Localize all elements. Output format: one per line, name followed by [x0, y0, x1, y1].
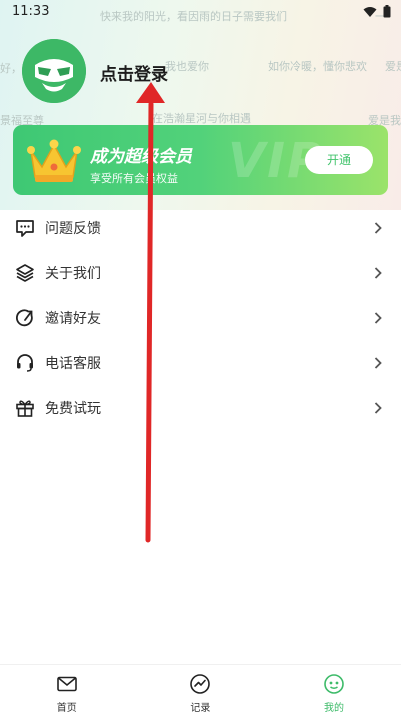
menu-item-label: 问题反馈 — [45, 220, 101, 237]
barrage-text: 爱是无 — [385, 60, 401, 73]
battery-icon — [383, 5, 391, 18]
menu-item-label: 邀请好友 — [45, 310, 101, 327]
menu-item-free-trial[interactable]: 免费试玩 — [0, 385, 401, 430]
bottom-nav: 首页 记录 我的 — [0, 664, 401, 714]
menu-item-feedback[interactable]: 问题反馈 — [0, 205, 401, 250]
status-icons — [363, 5, 391, 18]
mail-icon — [56, 676, 77, 692]
vip-banner[interactable]: VIP 成为超级会员 享受所有会员权益 开通 — [13, 125, 388, 195]
vip-title: 成为超级会员 — [90, 147, 192, 167]
status-time: 11:33 — [12, 4, 50, 19]
nav-label: 记录 — [190, 703, 211, 714]
nav-tab-home[interactable]: 首页 — [0, 665, 134, 714]
menu-item-about[interactable]: 关于我们 — [0, 250, 401, 295]
chevron-right-icon — [374, 221, 382, 234]
avatar[interactable] — [22, 39, 86, 103]
wifi-icon — [363, 6, 377, 17]
feedback-icon — [14, 217, 36, 239]
vip-subtitle: 享受所有会员权益 — [90, 172, 178, 185]
chevron-right-icon — [374, 266, 382, 279]
mine-icon — [324, 674, 344, 694]
headset-icon — [14, 352, 36, 374]
menu-item-label: 免费试玩 — [45, 400, 101, 417]
open-vip-button[interactable]: 开通 — [305, 146, 373, 174]
login-prompt[interactable]: 点击登录 — [100, 60, 168, 85]
gift-icon — [14, 397, 36, 419]
chevron-right-icon — [374, 401, 382, 414]
barrage-text: 如你冷暖，懂你悲欢 — [268, 60, 367, 73]
status-bar: 11:33 — [0, 0, 401, 24]
layers-icon — [14, 262, 36, 284]
menu-item-label: 电话客服 — [45, 355, 101, 372]
menu-item-invite[interactable]: 邀请好友 — [0, 295, 401, 340]
barrage-text: 在浩瀚星河与你相遇 — [152, 112, 251, 125]
chevron-right-icon — [374, 311, 382, 324]
share-icon — [14, 307, 36, 329]
menu-item-label: 关于我们 — [45, 265, 101, 282]
nav-label: 我的 — [323, 703, 344, 714]
barrage-text: 好， — [0, 62, 22, 75]
barrage-text: 我也爱你 — [165, 60, 209, 73]
chart-icon — [190, 674, 211, 694]
nav-label: 首页 — [56, 703, 77, 714]
nav-tab-records[interactable]: 记录 — [134, 665, 268, 714]
menu-item-phone-service[interactable]: 电话客服 — [0, 340, 401, 385]
robot-avatar-icon — [22, 39, 86, 103]
settings-menu: 问题反馈 关于我们 邀请好友 电话客服 免费试玩 — [0, 205, 401, 430]
crown-icon — [27, 139, 81, 182]
nav-tab-mine[interactable]: 我的 — [267, 665, 401, 714]
chevron-right-icon — [374, 356, 382, 369]
